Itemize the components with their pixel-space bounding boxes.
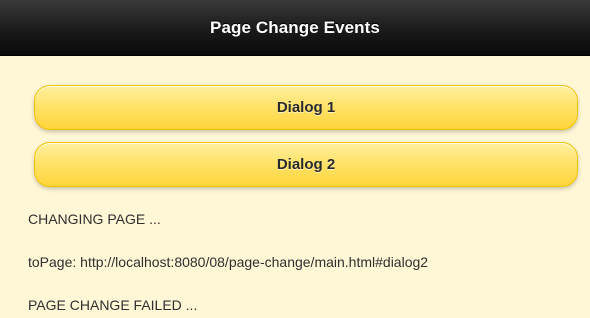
dialog-1-button[interactable]: Dialog 1 xyxy=(34,85,578,130)
log-line-changing-page: CHANGING PAGE ... xyxy=(28,211,161,227)
app: Page Change Events Dialog 1 Dialog 2 CHA… xyxy=(0,0,590,318)
page-title: Page Change Events xyxy=(210,17,380,37)
header-bar: Page Change Events xyxy=(0,0,590,56)
log-line-to-page: toPage: http://localhost:8080/08/page-ch… xyxy=(28,254,429,270)
dialog-1-button-label: Dialog 1 xyxy=(276,99,336,116)
dialog-2-button[interactable]: Dialog 2 xyxy=(34,142,578,187)
content-area: Dialog 1 Dialog 2 CHANGING PAGE ... toPa… xyxy=(0,56,590,318)
log-line-page-change-failed: PAGE CHANGE FAILED ... xyxy=(28,297,198,313)
dialog-2-button-label: Dialog 2 xyxy=(276,156,336,173)
